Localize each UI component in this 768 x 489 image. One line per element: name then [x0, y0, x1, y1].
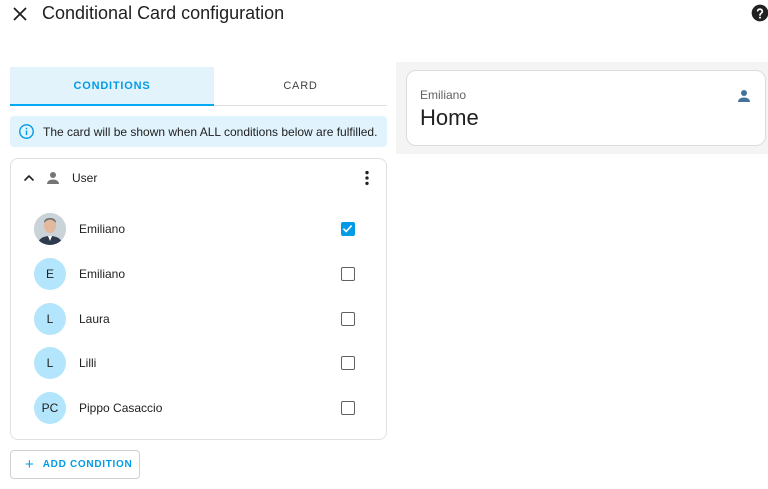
account-icon — [47, 172, 59, 184]
user-avatar: L — [34, 303, 66, 335]
user-name: Emiliano — [79, 222, 126, 236]
user-name: Emiliano — [79, 267, 126, 281]
user-avatar: E — [34, 258, 66, 290]
condition-header[interactable]: User — [11, 159, 386, 197]
user-row[interactable]: L Laura — [11, 299, 386, 339]
info-text: The card will be shown when ALL conditio… — [43, 124, 378, 139]
person-photo-icon — [34, 213, 66, 245]
add-condition-label: ADD CONDITION — [42, 459, 133, 470]
user-name: Laura — [79, 312, 110, 326]
condition-card: User Emiliano E Emiliano L Laura L Lilli… — [10, 158, 387, 440]
chevron-up-icon[interactable] — [21, 170, 37, 186]
user-row[interactable]: E Emiliano — [11, 254, 386, 294]
entity-card-preview[interactable]: Emiliano Home — [406, 70, 766, 146]
account-icon — [738, 90, 750, 102]
entity-name: Emiliano — [420, 88, 467, 102]
user-name: Pippo Casaccio — [79, 401, 163, 415]
close-icon — [13, 7, 27, 21]
user-avatar-photo — [34, 213, 66, 245]
close-button[interactable] — [9, 3, 31, 25]
tab-bar: CONDITIONS CARD — [10, 67, 387, 106]
user-checkbox[interactable] — [341, 356, 355, 370]
user-name: Lilli — [79, 356, 97, 370]
user-checkbox[interactable] — [341, 267, 355, 281]
info-alert: The card will be shown when ALL conditio… — [10, 116, 387, 147]
help-circle-icon — [751, 4, 768, 22]
check-icon — [342, 225, 353, 233]
user-avatar: PC — [34, 392, 66, 424]
tab-card[interactable]: CARD — [214, 67, 387, 105]
add-condition-button[interactable]: + ADD CONDITION — [10, 450, 140, 479]
plus-icon: + — [25, 456, 34, 473]
card-preview-area: Emiliano Home — [396, 62, 768, 154]
more-vert-icon[interactable] — [357, 168, 377, 188]
dialog-title: Conditional Card configuration — [42, 3, 285, 23]
user-row[interactable]: L Lilli — [11, 343, 386, 383]
user-checkbox[interactable] — [341, 401, 355, 415]
info-outline-icon — [19, 124, 34, 139]
tab-conditions[interactable]: CONDITIONS — [10, 67, 214, 106]
user-row[interactable]: Emiliano — [11, 209, 386, 249]
dialog-header: Conditional Card configuration — [0, 0, 768, 28]
user-row[interactable]: PC Pippo Casaccio — [11, 388, 386, 428]
user-avatar: L — [34, 347, 66, 379]
help-button[interactable] — [750, 3, 768, 23]
user-checkbox[interactable] — [341, 222, 355, 236]
condition-title: User — [72, 171, 98, 185]
user-checkbox[interactable] — [341, 312, 355, 326]
entity-state: Home — [420, 105, 479, 130]
